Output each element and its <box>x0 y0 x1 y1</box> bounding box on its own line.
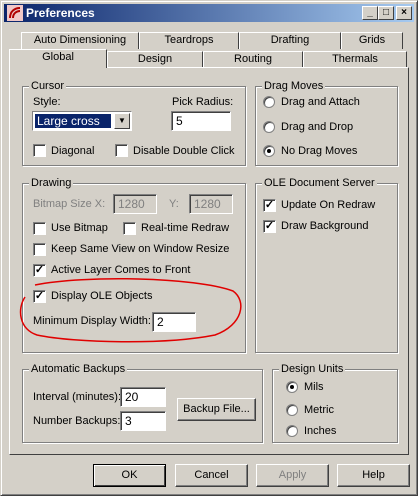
bitmap-y-label: Y: <box>169 198 179 210</box>
minimize-button[interactable]: _ <box>362 6 378 20</box>
tab-routing[interactable]: Routing <box>203 51 303 68</box>
drag-drop-label: Drag and Drop <box>281 121 354 133</box>
number-backups-label: Number Backups: <box>33 415 121 427</box>
number-backups-input[interactable]: 3 <box>120 411 166 431</box>
cursor-group-label: Cursor <box>29 79 67 93</box>
pick-radius-input[interactable]: 5 <box>171 111 231 131</box>
tab-grids[interactable]: Grids <box>341 32 403 49</box>
interval-input[interactable]: 20 <box>120 387 166 407</box>
diagonal-label: Diagonal <box>51 145 95 157</box>
no-drag-moves-radio[interactable] <box>263 145 275 157</box>
drawing-group-label: Drawing <box>29 176 74 190</box>
keep-view-checkbox[interactable] <box>33 243 46 256</box>
backups-group-label: Automatic Backups <box>29 362 128 376</box>
design-units-group-label: Design Units <box>279 362 346 376</box>
metric-label: Metric <box>304 404 334 416</box>
inches-label: Inches <box>304 425 337 437</box>
keep-view-label: Keep Same View on Window Resize <box>51 243 230 255</box>
active-layer-checkbox[interactable]: ✓ <box>33 264 46 277</box>
window-title: Preferences <box>26 6 95 20</box>
draw-background-label: Draw Background <box>281 220 369 232</box>
help-button[interactable]: Help <box>337 464 410 487</box>
interval-label: Interval (minutes): <box>33 391 122 403</box>
use-bitmap-checkbox[interactable] <box>33 222 46 235</box>
tab-auto-dimensioning[interactable]: Auto Dimensioning <box>21 32 139 49</box>
mils-label: Mils <box>304 381 324 393</box>
apply-button[interactable]: Apply <box>256 464 329 487</box>
use-bitmap-label: Use Bitmap <box>51 222 108 234</box>
annotation-ellipse <box>19 278 242 343</box>
drag-drop-radio[interactable] <box>263 121 275 133</box>
style-select-value: Large cross <box>35 114 111 128</box>
disable-double-click-checkbox[interactable] <box>115 144 128 157</box>
disable-double-click-label: Disable Double Click <box>133 145 235 157</box>
no-drag-moves-label: No Drag Moves <box>281 145 358 157</box>
drag-attach-radio[interactable] <box>263 96 275 108</box>
app-icon <box>7 5 23 21</box>
minimize-icon: _ <box>367 7 373 18</box>
maximize-button[interactable]: □ <box>378 6 394 20</box>
active-layer-label: Active Layer Comes to Front <box>51 264 191 276</box>
pick-radius-label: Pick Radius: <box>172 96 234 108</box>
close-button[interactable]: × <box>396 6 412 20</box>
update-on-redraw-label: Update On Redraw <box>281 199 376 211</box>
preferences-window: Preferences _ □ × Auto Dimensioning Tear… <box>0 0 418 496</box>
bitmap-x-input[interactable]: 1280 <box>113 194 157 214</box>
chevron-down-icon[interactable]: ▼ <box>114 113 130 129</box>
style-label: Style: <box>33 96 61 108</box>
tab-global[interactable]: Global <box>9 49 107 68</box>
close-icon: × <box>401 7 407 18</box>
drag-moves-group-label: Drag Moves <box>262 79 326 93</box>
ole-group-label: OLE Document Server <box>262 176 377 190</box>
realtime-redraw-label: Real-time Redraw <box>141 222 230 234</box>
bitmap-size-x-label: Bitmap Size X: <box>33 198 106 210</box>
bitmap-y-input[interactable]: 1280 <box>189 194 233 214</box>
style-select[interactable]: Large cross ▼ <box>32 111 132 131</box>
update-on-redraw-checkbox[interactable]: ✓ <box>263 199 276 212</box>
metric-radio[interactable] <box>286 404 298 416</box>
tab-design[interactable]: Design <box>107 51 203 68</box>
tab-thermals[interactable]: Thermals <box>303 51 407 68</box>
realtime-redraw-checkbox[interactable] <box>123 222 136 235</box>
ok-button[interactable]: OK <box>93 464 166 487</box>
maximize-icon: □ <box>382 7 390 18</box>
tab-teardrops[interactable]: Teardrops <box>139 32 239 49</box>
drag-attach-label: Drag and Attach <box>281 96 360 108</box>
title-bar[interactable]: Preferences _ □ × <box>4 4 414 22</box>
backup-file-button[interactable]: Backup File... <box>177 398 256 421</box>
inches-radio[interactable] <box>286 425 298 437</box>
draw-background-checkbox[interactable]: ✓ <box>263 220 276 233</box>
mils-radio[interactable] <box>286 381 298 393</box>
diagonal-checkbox[interactable] <box>33 144 46 157</box>
tab-drafting[interactable]: Drafting <box>239 32 341 49</box>
cancel-button[interactable]: Cancel <box>175 464 248 487</box>
